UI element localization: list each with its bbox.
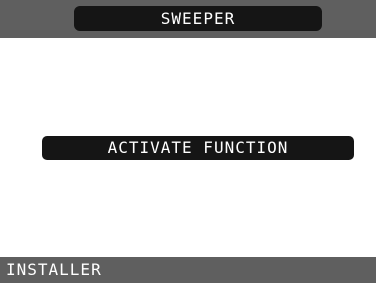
content-area: ACTIVATE FUNCTION: [0, 38, 376, 257]
device-screen: SWEEPER ACTIVATE FUNCTION INSTALLER: [0, 0, 376, 283]
activate-function-button[interactable]: ACTIVATE FUNCTION: [42, 136, 354, 160]
installer-menu-label[interactable]: INSTALLER: [6, 259, 102, 281]
header-bar: SWEEPER: [0, 0, 376, 38]
footer-bar: INSTALLER: [0, 257, 376, 283]
screen-title: SWEEPER: [74, 6, 322, 31]
